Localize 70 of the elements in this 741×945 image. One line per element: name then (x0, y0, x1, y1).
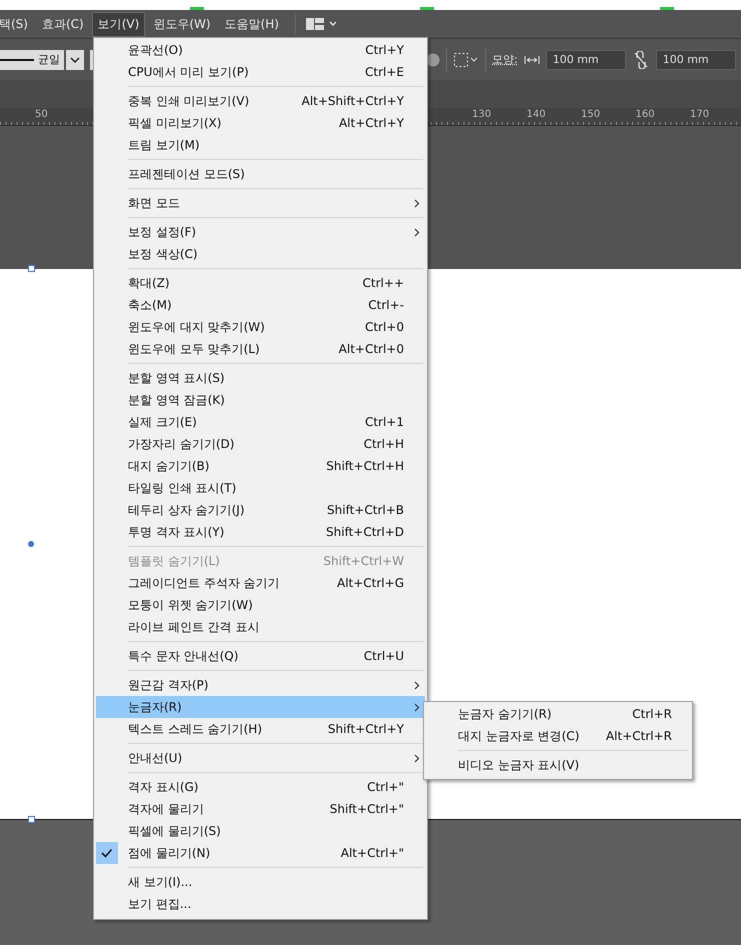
menu-item[interactable]: 눈금자 숨기기(R) Ctrl+R (426, 703, 690, 725)
menu-item[interactable]: 트림 보기(M) (96, 134, 425, 156)
chevron-right-icon (414, 228, 420, 236)
menu-item[interactable]: 격자에 물리기 Shift+Ctrl+" (96, 798, 425, 820)
anchor-point[interactable] (28, 541, 34, 547)
tab-indicator (190, 7, 204, 10)
align-icon[interactable] (453, 52, 479, 68)
chevron-right-icon (414, 198, 420, 208)
menu-item[interactable]: 원근감 격자(P) (96, 674, 425, 696)
width-icon (524, 54, 540, 64)
menu-item[interactable]: 축소(M) Ctrl+- (96, 294, 425, 316)
menu-item[interactable]: 점에 물리기(N) Alt+Ctrl+" (96, 842, 425, 864)
workspace-layout-icon[interactable] (306, 17, 336, 31)
chevron-right-icon (414, 754, 420, 762)
chevron-right-icon (414, 680, 420, 690)
caret-icon[interactable] (66, 50, 84, 70)
menu-item[interactable]: 대지 숨기기(B) Shift+Ctrl+H (96, 455, 425, 477)
menu-item[interactable]: 중복 인쇄 미리보기(V) Alt+Shift+Ctrl+Y (96, 90, 425, 112)
ruler-label: 140 (526, 109, 546, 120)
stroke-style-dropdown[interactable]: 균일 (0, 50, 64, 70)
menu-item[interactable]: 윤곽선(O) Ctrl+Y (96, 39, 425, 61)
menu-title[interactable]: 택(S) (0, 12, 34, 36)
menu-item[interactable]: 대지 눈금자로 변경(C) Alt+Ctrl+R (426, 725, 690, 747)
menu-item[interactable]: 그레이디언트 주석자 숨기기 Alt+Ctrl+G (96, 572, 425, 594)
menu-item[interactable]: 실제 크기(E) Ctrl+1 (96, 411, 425, 433)
menu-item[interactable]: 텍스트 스레드 숨기기(H) Shift+Ctrl+Y (96, 718, 425, 740)
menu-item[interactable]: 비디오 눈금자 표시(V) (426, 754, 690, 776)
menu-item[interactable]: 안내선(U) (96, 747, 425, 769)
menu-item[interactable]: 보정 설정(F) (96, 221, 425, 243)
ruler-label: 130 (472, 109, 492, 120)
shape-label: 모양: (492, 52, 518, 67)
tab-indicator (420, 7, 434, 10)
menu-item[interactable]: 윈도우에 대지 맞추기(W) Ctrl+0 (96, 316, 425, 338)
height-field[interactable]: 100 mm (656, 50, 736, 70)
menu-title[interactable]: 윈도우(W) (147, 12, 217, 36)
menu-item[interactable]: 타일링 인쇄 표시(T) (96, 477, 425, 499)
checkmark-icon (96, 842, 118, 864)
ruler-label: 170 (690, 109, 710, 120)
menu-item[interactable]: 모퉁이 위젯 숨기기(W) (96, 594, 425, 616)
menu-item[interactable]: 분할 영역 잠금(K) (96, 389, 425, 411)
selection-handle[interactable] (28, 816, 35, 823)
menu-item[interactable]: 보기 편집... (96, 893, 425, 915)
menu-item[interactable]: 라이브 페인트 간격 표시 (96, 616, 425, 638)
menu-item[interactable]: 확대(Z) Ctrl++ (96, 272, 425, 294)
menu-item[interactable]: 격자 표시(G) Ctrl+" (96, 776, 425, 798)
menu-item[interactable]: 윈도우에 모두 맞추기(L) Alt+Ctrl+0 (96, 338, 425, 360)
menu-item[interactable]: 보정 색상(C) (96, 243, 425, 265)
menu-item[interactable]: 화면 모드 (96, 192, 425, 214)
tab-indicator (660, 7, 674, 10)
menu-item[interactable]: CPU에서 미리 보기(P) Ctrl+E (96, 61, 425, 83)
menu-item[interactable]: 분할 영역 표시(S) (96, 367, 425, 389)
menu-title[interactable]: 효과(C) (36, 12, 90, 36)
chevron-right-icon (414, 702, 420, 712)
menu-item[interactable]: 특수 문자 안내선(Q) Ctrl+U (96, 645, 425, 667)
menu-title[interactable]: 도움말(H) (218, 12, 285, 36)
menu-item[interactable]: 가장자리 숨기기(D) Ctrl+H (96, 433, 425, 455)
menu-item[interactable]: 투명 격자 표시(Y) Shift+Ctrl+D (96, 521, 425, 543)
menu-title[interactable]: 보기(V) (92, 12, 146, 36)
ruler-label: 50 (35, 109, 48, 120)
selection-handle[interactable] (28, 265, 35, 272)
unlinked-chain-icon[interactable] (632, 50, 650, 68)
menu-item[interactable]: 픽셀에 물리기(S) (96, 820, 425, 842)
menu-item[interactable]: 픽셀 미리보기(X) Alt+Ctrl+Y (96, 112, 425, 134)
width-field[interactable]: 100 mm (546, 50, 626, 70)
menu-item[interactable]: 테두리 상자 숨기기(J) Shift+Ctrl+B (96, 499, 425, 521)
ruler-label: 150 (581, 109, 600, 120)
menu-item[interactable]: 새 보기(I)... (96, 871, 425, 893)
menu-item[interactable]: 눈금자(R) (96, 696, 425, 718)
menu-item[interactable]: 프레젠테이션 모드(S) (96, 163, 425, 185)
ruler-label: 160 (636, 109, 655, 120)
